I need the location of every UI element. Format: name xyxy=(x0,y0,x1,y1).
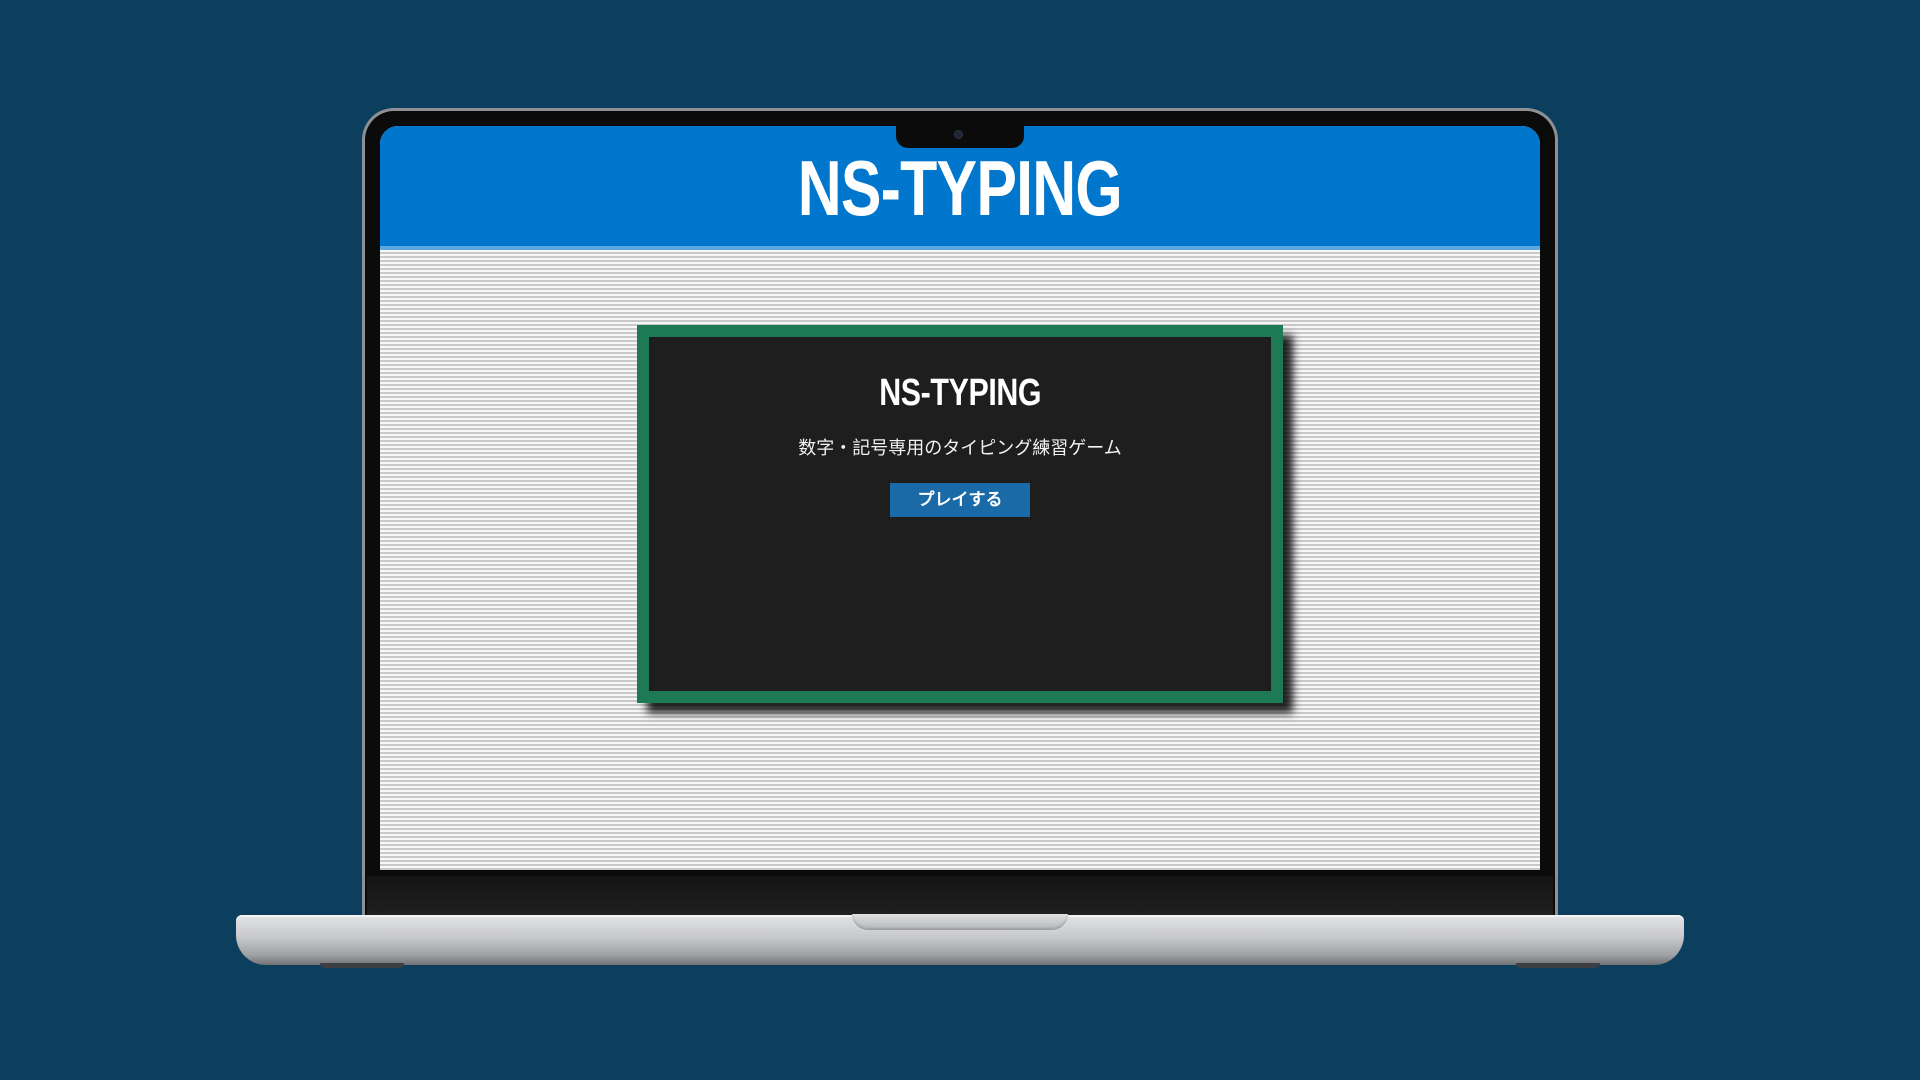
laptop-chin xyxy=(367,876,1553,916)
camera-icon xyxy=(954,130,963,139)
site-title: NS-TYPING xyxy=(797,144,1123,232)
laptop-foot-right xyxy=(1516,963,1600,968)
play-button[interactable]: プレイする xyxy=(890,483,1030,517)
laptop-opening-groove xyxy=(852,914,1068,930)
laptop-foot-left xyxy=(320,963,404,968)
camera-notch xyxy=(896,122,1024,148)
laptop-screen: NS-TYPING NS-TYPING 数字・記号専用のタイピング練習ゲーム プ… xyxy=(380,126,1540,870)
game-panel: NS-TYPING 数字・記号専用のタイピング練習ゲーム プレイする xyxy=(637,325,1283,703)
game-title: NS-TYPING xyxy=(879,372,1041,414)
game-subtitle: 数字・記号専用のタイピング練習ゲーム xyxy=(798,438,1122,459)
